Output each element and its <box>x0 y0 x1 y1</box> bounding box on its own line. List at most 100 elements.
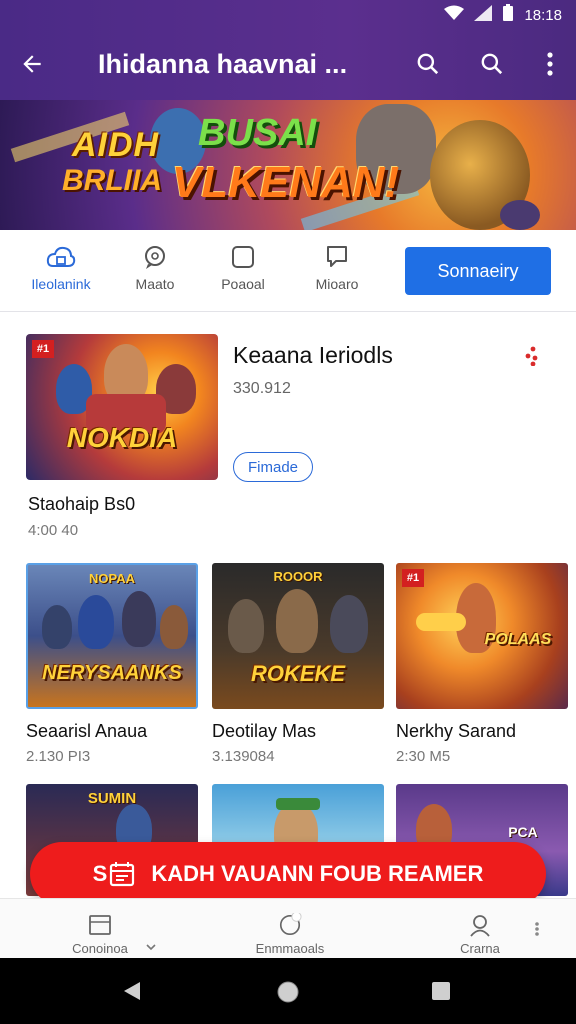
tab-poaoal[interactable]: Poaoal <box>198 244 288 292</box>
bottom-nav-label: Crarna <box>460 941 500 956</box>
circle-icon <box>279 913 302 936</box>
tab-label: Mioaro <box>315 276 359 292</box>
square-icon <box>232 246 254 268</box>
promo-banner[interactable]: AIDH BRLIIA BUSAI VLKENAN! <box>0 100 576 230</box>
tab-label: Poaoal <box>221 276 265 292</box>
dots-icon <box>525 346 538 366</box>
card-subtitle: 2.130 PI3 <box>26 748 91 765</box>
thumbnail-art-text: POLAAS <box>484 631 552 648</box>
character-figure <box>42 605 72 649</box>
character-figure <box>276 589 318 653</box>
card-thumbnail[interactable]: NOPAA NERYSAANKS <box>26 563 198 709</box>
recents-nav-button[interactable] <box>432 982 450 1005</box>
window-icon <box>89 915 111 935</box>
banner-text: AIDH <box>72 126 160 164</box>
featured-name: Staohaip Bs0 <box>28 494 136 514</box>
cta-label: KADH VAUANN FOUB REAMER <box>151 861 484 886</box>
message-icon <box>327 246 347 267</box>
wifi-icon <box>444 5 465 25</box>
tab-maato[interactable]: Maato <box>110 244 200 292</box>
card-subtitle: 2:30 M5 <box>396 748 451 765</box>
featured-subtitle: 4:00 40 <box>28 522 79 539</box>
featured-more-button[interactable] <box>520 344 544 368</box>
app-screen: 18:18 Ihidanna haavnai ... AIDH BRLIIA B… <box>0 0 576 1024</box>
tab-label: Ileolanink <box>31 276 91 292</box>
card-thumbnail[interactable]: #1 POLAAS <box>396 563 568 709</box>
more-vertical-icon <box>547 52 553 76</box>
more-vertical-icon[interactable] <box>534 921 540 942</box>
search-button[interactable] <box>396 36 460 92</box>
headband-shape <box>276 798 320 810</box>
character-figure <box>78 595 114 649</box>
back-button[interactable] <box>0 36 64 92</box>
bottom-nav-item[interactable]: Crarna <box>440 913 520 956</box>
featured-meta: 330.912 <box>233 380 291 397</box>
person-icon <box>470 915 490 937</box>
character-figure <box>160 605 188 649</box>
bottom-nav-item[interactable]: Enmmaoals <box>240 913 340 956</box>
toolbar-title: Ihidanna haavnai ... <box>98 48 348 79</box>
featured-badge: #1 <box>32 340 54 358</box>
bottom-nav-item[interactable]: Conoinoa <box>60 913 140 956</box>
cta-button[interactable]: S KADH VAUANN FOUB REAMER <box>30 842 546 906</box>
search-icon <box>481 53 503 75</box>
featured-item[interactable]: #1 NOKDIA Keaana Ieriodls 330.912 Fimade… <box>0 316 576 546</box>
thumbnail-art-text: NERYSAANKS <box>42 662 182 684</box>
game-card[interactable]: #1 POLAAS Nerkhy Sarand 2:30 M5 <box>396 563 568 765</box>
bottom-navigation: Conoinoa Enmmaoals Crarna <box>0 898 576 958</box>
tab-home[interactable]: Ileolanink <box>16 244 106 292</box>
battery-icon <box>502 4 514 26</box>
featured-title: Keaana Ieriodls <box>233 342 393 368</box>
calendar-icon <box>107 859 137 889</box>
toolbar: Ihidanna haavnai ... <box>0 36 576 92</box>
game-card[interactable]: NOPAA NERYSAANKS Seaarisl Anaua 2.130 PI… <box>26 563 198 765</box>
cta-prefix: S <box>92 861 108 886</box>
card-title: Nerkhy Sarand <box>396 721 517 741</box>
tab-mioaro[interactable]: Mioaro <box>292 244 382 292</box>
thumbnail-art-text: SUMIN <box>87 790 137 807</box>
card-title: Seaarisl Anaua <box>26 721 148 741</box>
banner-decoration <box>500 200 540 230</box>
thumbnail-art-text: ROOOR <box>273 569 323 584</box>
thumbnail-art-text: PCA <box>508 824 538 840</box>
back-nav-button[interactable] <box>122 980 142 1007</box>
card-thumbnail[interactable]: ROOOR ROKEKE <box>212 563 384 709</box>
home-nav-button[interactable] <box>276 980 300 1009</box>
category-tabs: Ileolanink Maato Poaoal Mioaro Sonnaeiry <box>0 230 576 312</box>
card-title: Deotilay Mas <box>212 721 317 741</box>
card-subtitle: 3.139084 <box>212 748 275 765</box>
chevron-down-icon <box>146 943 156 954</box>
tab-label: Maato <box>135 276 175 292</box>
home-circle-icon <box>277 981 299 1003</box>
top-app-bar: 18:18 Ihidanna haavnai ... <box>0 0 576 100</box>
search-icon <box>417 53 439 75</box>
banner-text: BUSAI <box>198 112 317 154</box>
chat-bubble-icon <box>145 246 165 269</box>
card-badge: #1 <box>402 569 424 587</box>
signal-icon <box>474 5 493 25</box>
square-recents-icon <box>432 982 450 1000</box>
primary-action-button[interactable]: Sonnaeiry <box>405 247 551 295</box>
thumbnail-art-text: NOPAA <box>89 571 135 586</box>
effect-shape <box>416 613 466 631</box>
game-card[interactable]: ROOOR ROKEKE Deotilay Mas 3.139084 <box>212 563 384 765</box>
search-button-2[interactable] <box>460 36 524 92</box>
character-figure <box>228 599 264 653</box>
featured-thumbnail[interactable]: #1 NOKDIA <box>26 334 218 480</box>
overflow-menu-button[interactable] <box>524 36 576 92</box>
bottom-nav-label: Conoinoa <box>72 941 128 956</box>
bottom-nav-label: Enmmaoals <box>255 941 325 956</box>
triangle-back-icon <box>124 982 140 1000</box>
arrow-left-icon <box>23 55 41 73</box>
banner-text: BRLIIA <box>62 164 162 197</box>
thumbnail-art-text: ROKEKE <box>250 661 346 686</box>
status-time: 18:18 <box>524 6 562 24</box>
thumbnail-art-text: NOKDIA <box>66 422 178 453</box>
cloud-home-icon <box>46 246 76 267</box>
status-bar: 18:18 <box>444 4 562 26</box>
character-figure <box>330 595 368 653</box>
system-navigation-bar <box>0 958 576 1024</box>
banner-text: VLKENAN! <box>172 158 400 207</box>
featured-chip[interactable]: Fimade <box>233 452 314 482</box>
character-figure <box>122 591 156 647</box>
